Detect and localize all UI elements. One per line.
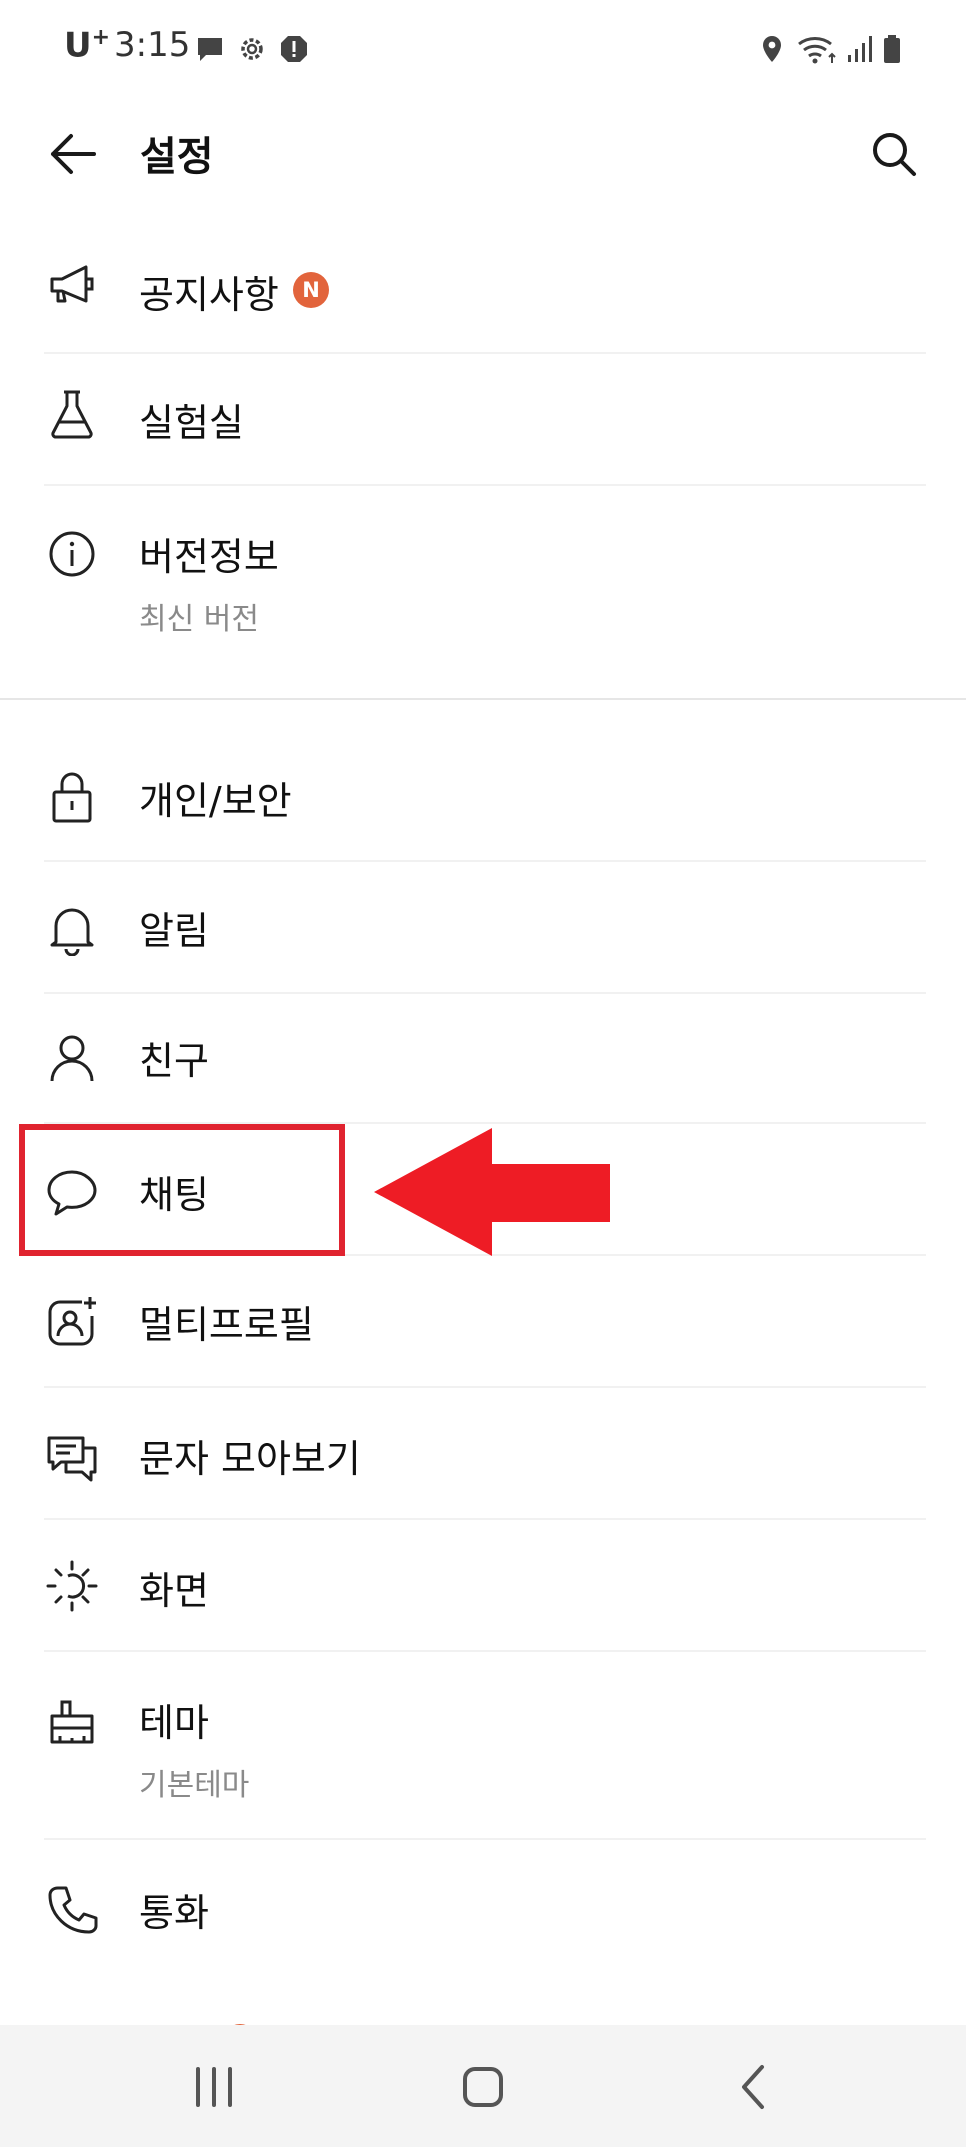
settings-item-call[interactable]: 통화 xyxy=(0,1840,966,1972)
phone-icon xyxy=(44,1882,100,1938)
navigation-bar xyxy=(0,2025,966,2147)
settings-item-label: 통화 xyxy=(139,1891,209,1935)
multi-profile-icon xyxy=(44,1294,100,1350)
home-icon xyxy=(463,2067,503,2107)
flask-icon xyxy=(44,386,100,442)
settings-item-sublabel: 최신 버전 xyxy=(139,602,259,637)
settings-item-label: 개인/보안 xyxy=(139,779,292,823)
settings-item-notifications[interactable]: 알림 xyxy=(0,862,966,994)
settings-item-label: 문자 모아보기 xyxy=(139,1437,361,1481)
nav-back-button[interactable] xyxy=(722,2055,786,2119)
location-icon xyxy=(756,33,788,65)
new-badge: N xyxy=(293,272,329,308)
settings-item-notice[interactable]: 공지사항 N xyxy=(0,230,966,354)
search-button[interactable] xyxy=(864,124,924,184)
lock-icon xyxy=(44,770,100,826)
settings-item-multiprofile[interactable]: 멀티프로필 xyxy=(0,1256,966,1388)
theme-brush-icon xyxy=(44,1692,100,1748)
back-button[interactable] xyxy=(44,125,102,183)
settings-item-label: 실험실 xyxy=(139,401,244,445)
settings-item-version[interactable]: 버전정보 최신 버전 xyxy=(0,486,966,686)
gear-icon xyxy=(236,33,268,65)
settings-item-label: 테마 xyxy=(139,1701,209,1745)
info-icon xyxy=(44,526,100,582)
back-arrow-icon xyxy=(51,134,96,174)
settings-item-label: 공지사항 xyxy=(139,273,279,317)
settings-item-message-archive[interactable]: 문자 모아보기 xyxy=(0,1388,966,1520)
page-title: 설정 xyxy=(140,134,214,180)
wifi-icon xyxy=(796,33,840,65)
carrier-label: U+ xyxy=(64,25,111,66)
highlight-box xyxy=(19,1124,345,1256)
section-divider xyxy=(0,698,966,700)
status-time: 3:15 xyxy=(114,25,191,65)
recent-apps-button[interactable] xyxy=(182,2055,246,2119)
megaphone-icon xyxy=(44,257,100,313)
red-arrow-annotation xyxy=(374,1128,610,1256)
alert-icon xyxy=(278,33,310,65)
back-icon xyxy=(742,2065,764,2109)
signal-icon xyxy=(844,33,876,65)
person-icon xyxy=(44,1030,100,1086)
settings-item-label: 화면 xyxy=(139,1569,209,1613)
settings-item-label: 친구 xyxy=(139,1039,209,1083)
bell-icon xyxy=(44,900,100,956)
settings-item-display[interactable]: 화면 xyxy=(0,1520,966,1652)
settings-item-theme[interactable]: 테마 기본테마 xyxy=(0,1652,966,1840)
messages-icon xyxy=(44,1430,100,1486)
battery-icon xyxy=(876,33,908,65)
settings-item-lab[interactable]: 실험실 xyxy=(0,354,966,486)
status-bar: U+ 3:15 xyxy=(0,0,966,100)
home-button[interactable] xyxy=(451,2055,515,2119)
settings-item-label: 멀티프로필 xyxy=(139,1303,314,1347)
settings-item-sublabel: 기본테마 xyxy=(139,1768,250,1803)
recent-apps-icon xyxy=(196,2067,232,2107)
settings-item-label: 버전정보 xyxy=(139,535,279,579)
settings-item-friends[interactable]: 친구 xyxy=(0,994,966,1124)
display-icon xyxy=(44,1558,100,1614)
message-icon xyxy=(194,33,226,65)
search-icon xyxy=(873,133,916,176)
settings-item-label: 알림 xyxy=(139,909,209,953)
settings-item-privacy[interactable]: 개인/보안 xyxy=(0,730,966,862)
